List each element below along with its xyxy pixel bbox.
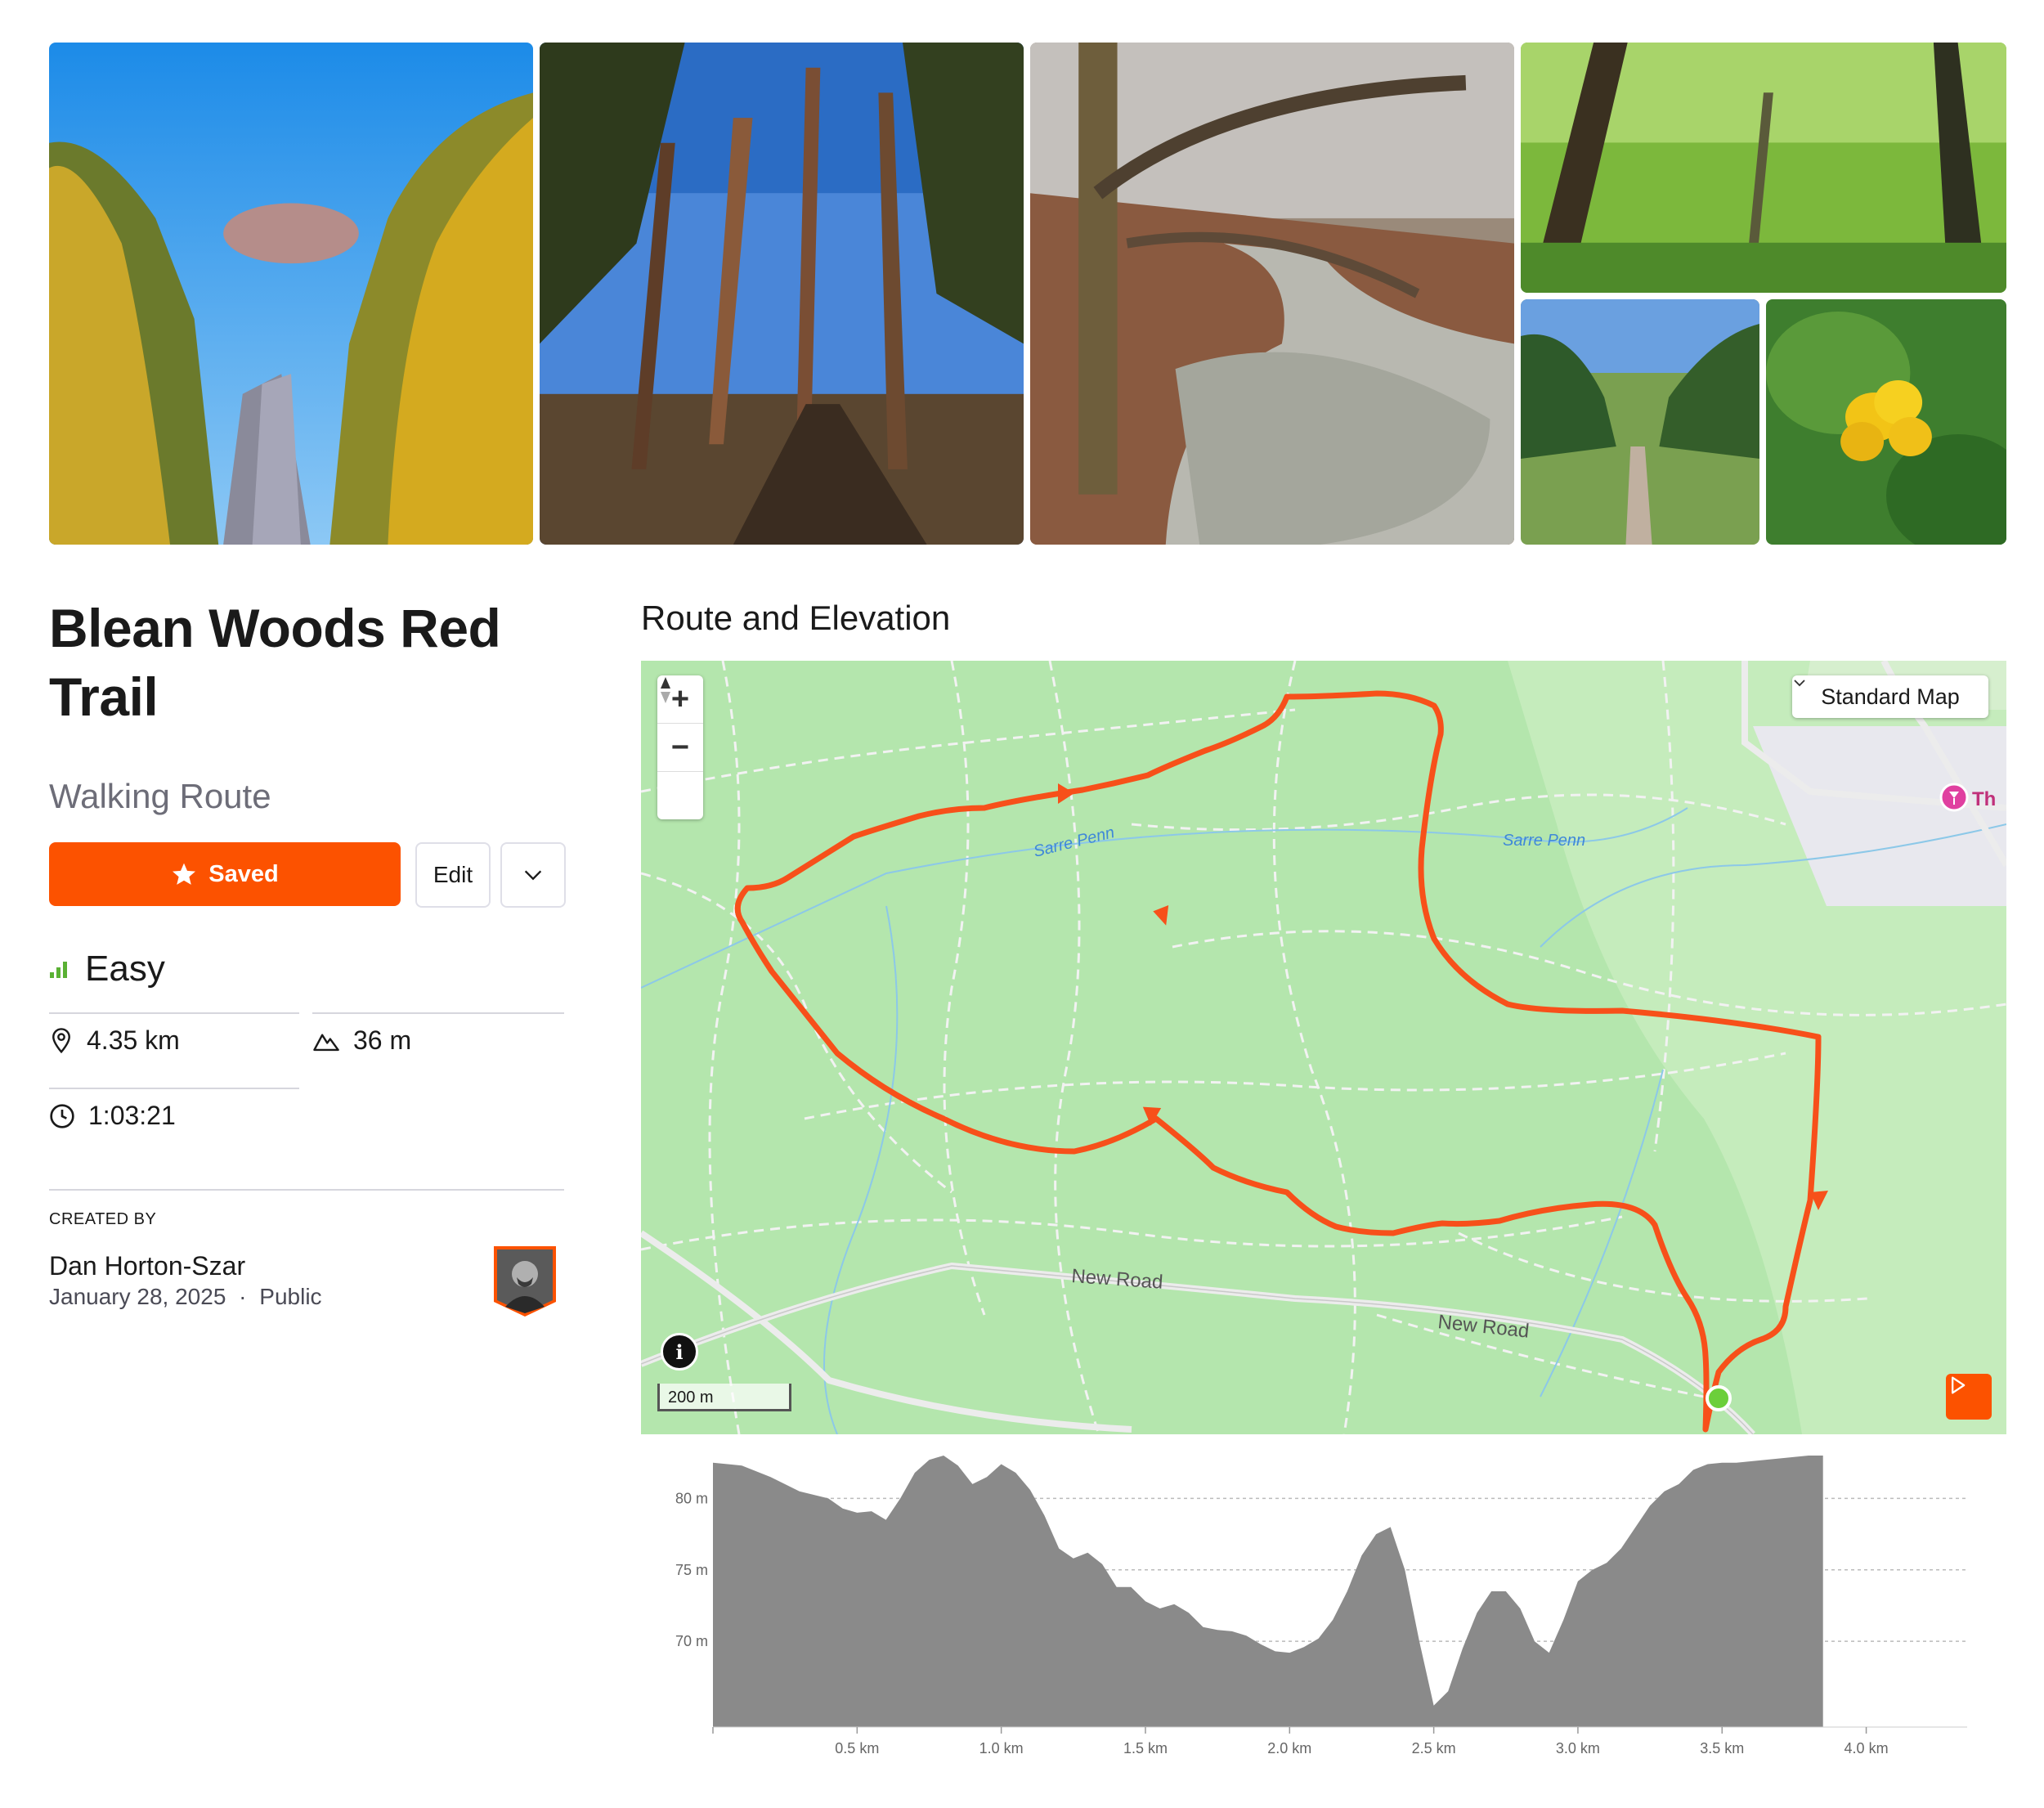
compass-button[interactable]: [657, 677, 703, 819]
play-icon: [1952, 1376, 1966, 1394]
photo-pine-woods[interactable]: [540, 43, 1024, 545]
map-label-stream: Sarre Penn: [1503, 832, 1585, 850]
map-info-button[interactable]: i: [661, 1333, 698, 1371]
chevron-down-icon: [524, 870, 542, 881]
time-value: 1:03:21: [88, 1101, 176, 1130]
saved-button[interactable]: Saved: [49, 842, 401, 906]
edit-button-label: Edit: [433, 862, 473, 887]
more-options-button[interactable]: [500, 842, 566, 908]
map-canvas: Sarre Penn Sarre Penn New Road New Road …: [641, 661, 2006, 1434]
elevation-area: [713, 1456, 1823, 1727]
route-title: Blean Woods Red Trail: [49, 598, 501, 727]
meta-separator: ·: [239, 1284, 247, 1309]
photo-image: [540, 43, 1024, 545]
elevation-gain-value: 36 m: [353, 1025, 412, 1055]
map-type-label: Standard Map: [1821, 684, 1960, 709]
creator-name[interactable]: Dan Horton-Szar: [49, 1251, 245, 1281]
compass-icon: [661, 677, 670, 703]
photo-stream-pond[interactable]: [1030, 43, 1514, 545]
x-tick-label: 2.0 km: [1267, 1740, 1311, 1756]
photo-image: [1766, 299, 2006, 545]
elevation-chart[interactable]: 70 m 75 m 80 m 0.5 km 1.0 km 1.5 km 2.0 km 2.5…: [641, 1447, 2006, 1766]
clock-icon: [50, 1103, 74, 1128]
divider: [49, 1189, 564, 1191]
x-tick-label: 1.5 km: [1123, 1740, 1168, 1756]
zoom-controls: + −: [657, 675, 703, 819]
photo-image: [1521, 299, 1759, 545]
photo-yellow-flower[interactable]: [1766, 299, 2006, 545]
created-by-label: CREATED BY: [49, 1210, 157, 1228]
divider: [49, 1012, 299, 1014]
difficulty: Easy: [49, 949, 165, 989]
saved-button-label: Saved: [208, 860, 279, 887]
difficulty-label: Easy: [85, 949, 165, 989]
x-tick-label: 1.0 km: [979, 1740, 1024, 1756]
route-type: Walking Route: [49, 777, 271, 815]
mountain-icon: [313, 1033, 339, 1051]
x-tick-label: 2.5 km: [1412, 1740, 1456, 1756]
location-pin-icon: [52, 1027, 70, 1053]
distance-value: 4.35 km: [87, 1025, 180, 1055]
photo-image: [1030, 43, 1514, 545]
created-date: January 28, 2025: [49, 1284, 226, 1309]
y-tick-label: 80 m: [675, 1490, 708, 1506]
photo-image: [49, 43, 533, 545]
map-type-select[interactable]: Standard Map: [1792, 675, 1988, 718]
photo-gorse-path[interactable]: [49, 43, 533, 545]
map-label-poi: Th: [1972, 788, 1996, 810]
y-tick-label: 70 m: [675, 1633, 708, 1649]
divider: [312, 1012, 564, 1014]
map-scale: 200 m: [657, 1384, 791, 1411]
x-tick-label: 3.5 km: [1700, 1740, 1744, 1756]
avatar[interactable]: [491, 1243, 559, 1318]
info-icon: i: [675, 1339, 684, 1364]
chevron-down-icon: [1794, 680, 1805, 687]
section-title: Route and Elevation: [641, 599, 951, 637]
x-tick-label: 3.0 km: [1556, 1740, 1600, 1756]
difficulty-bars-icon: [50, 962, 67, 978]
x-tick-label: 0.5 km: [835, 1740, 879, 1756]
distance-stat: 4.35 km: [49, 1025, 180, 1056]
star-icon: [173, 863, 196, 885]
visibility: Public: [259, 1284, 322, 1309]
x-tick-label: 4.0 km: [1845, 1740, 1889, 1756]
time-stat: 1:03:21: [49, 1101, 176, 1131]
start-marker: [1706, 1385, 1732, 1411]
flyover-play-button[interactable]: [1946, 1374, 1992, 1420]
photo-image: [1521, 43, 2006, 293]
photo-grass-path[interactable]: [1521, 299, 1759, 545]
zoom-out-button[interactable]: −: [657, 724, 703, 772]
route-map[interactable]: Sarre Penn Sarre Penn New Road New Road …: [641, 661, 2006, 1434]
photo-green-canopy[interactable]: [1521, 43, 2006, 293]
creator-meta: January 28, 2025 · Public: [49, 1284, 322, 1310]
avatar-image: [494, 1246, 556, 1317]
edit-button[interactable]: Edit: [415, 842, 491, 908]
elevation-gain-stat: 36 m: [312, 1025, 411, 1056]
divider: [49, 1088, 299, 1089]
y-tick-label: 75 m: [675, 1562, 708, 1578]
